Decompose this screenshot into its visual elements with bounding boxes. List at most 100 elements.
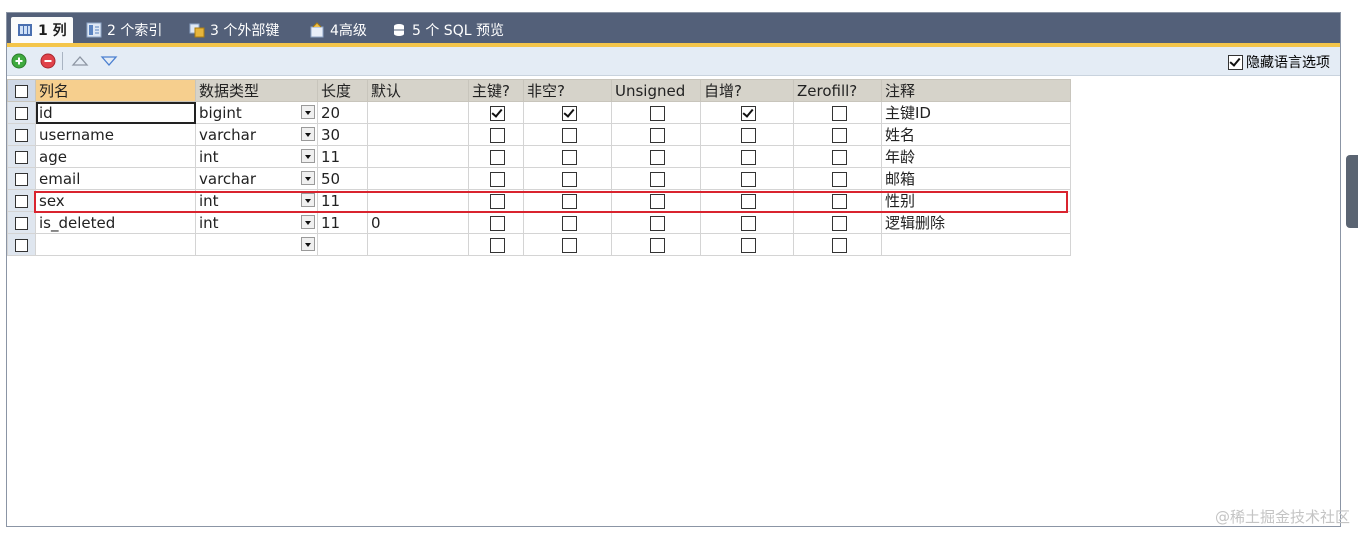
auto-increment-checkbox[interactable] bbox=[741, 215, 756, 231]
unsigned-checkbox[interactable] bbox=[650, 237, 665, 253]
default-cell[interactable] bbox=[367, 167, 469, 190]
table-row[interactable]: username varchar 30 姓名 bbox=[7, 123, 1071, 146]
tab-columns[interactable]: 1 列 bbox=[11, 17, 73, 43]
primary-key-checkbox[interactable] bbox=[490, 171, 505, 187]
primary-key-cell[interactable] bbox=[468, 211, 524, 234]
comment-cell[interactable]: 年龄 bbox=[881, 145, 1071, 168]
table-row[interactable]: id bigint 20 主键ID bbox=[7, 101, 1071, 124]
data-type-cell[interactable]: int bbox=[195, 189, 318, 212]
primary-key-checkbox[interactable] bbox=[490, 149, 505, 165]
not-null-checkbox[interactable] bbox=[561, 193, 577, 209]
move-down-icon[interactable] bbox=[100, 53, 118, 69]
not-null-cell[interactable] bbox=[523, 211, 612, 234]
row-selector[interactable] bbox=[7, 123, 36, 146]
comment-cell[interactable]: 邮箱 bbox=[881, 167, 1071, 190]
tab-sql-preview[interactable]: 5 个 SQL 预览 bbox=[385, 17, 510, 43]
auto-increment-cell[interactable] bbox=[700, 167, 794, 190]
dropdown-arrow-icon[interactable] bbox=[301, 105, 315, 119]
length-cell[interactable]: 11 bbox=[317, 211, 368, 234]
dropdown-arrow-icon[interactable] bbox=[301, 215, 315, 229]
dropdown-arrow-icon[interactable] bbox=[301, 193, 315, 207]
primary-key-checkbox[interactable] bbox=[490, 237, 505, 253]
data-type-cell[interactable]: bigint bbox=[195, 101, 318, 124]
zerofill-cell[interactable] bbox=[793, 145, 882, 168]
unsigned-cell[interactable] bbox=[611, 189, 701, 212]
tab-indexes[interactable]: 2 个索引 bbox=[80, 17, 168, 43]
row-selector[interactable] bbox=[7, 101, 36, 124]
unsigned-cell[interactable] bbox=[611, 145, 701, 168]
zerofill-checkbox[interactable] bbox=[831, 149, 847, 165]
not-null-cell[interactable] bbox=[523, 101, 612, 124]
zerofill-cell[interactable] bbox=[793, 123, 882, 146]
row-selector[interactable] bbox=[7, 233, 36, 256]
default-cell[interactable] bbox=[367, 145, 469, 168]
auto-increment-checkbox[interactable] bbox=[741, 193, 756, 209]
header-column-name[interactable]: 列名 bbox=[35, 79, 196, 102]
not-null-checkbox[interactable] bbox=[561, 171, 577, 187]
column-name-cell[interactable]: username bbox=[35, 123, 196, 146]
length-cell[interactable]: 11 bbox=[317, 189, 368, 212]
unsigned-cell[interactable] bbox=[611, 167, 701, 190]
unsigned-cell[interactable] bbox=[611, 123, 701, 146]
unsigned-cell[interactable] bbox=[611, 233, 701, 256]
dropdown-arrow-icon[interactable] bbox=[301, 149, 315, 163]
side-panel-tab[interactable] bbox=[1346, 155, 1358, 228]
row-selector[interactable] bbox=[7, 211, 36, 234]
row-checkbox[interactable] bbox=[15, 216, 28, 230]
comment-cell[interactable]: 逻辑删除 bbox=[881, 211, 1071, 234]
dropdown-arrow-icon[interactable] bbox=[301, 171, 315, 185]
add-circle-icon[interactable] bbox=[11, 53, 27, 69]
row-checkbox[interactable] bbox=[15, 238, 28, 252]
primary-key-checkbox[interactable] bbox=[490, 105, 505, 121]
not-null-checkbox[interactable] bbox=[561, 127, 577, 143]
row-checkbox[interactable] bbox=[15, 128, 28, 142]
hide-language-checkbox[interactable] bbox=[1228, 54, 1243, 70]
length-cell[interactable]: 50 bbox=[317, 167, 368, 190]
primary-key-checkbox[interactable] bbox=[490, 127, 505, 143]
auto-increment-checkbox[interactable] bbox=[741, 171, 756, 187]
comment-cell[interactable]: 姓名 bbox=[881, 123, 1071, 146]
data-type-cell[interactable]: int bbox=[195, 211, 318, 234]
zerofill-checkbox[interactable] bbox=[831, 193, 847, 209]
auto-increment-cell[interactable] bbox=[700, 123, 794, 146]
auto-increment-cell[interactable] bbox=[700, 211, 794, 234]
length-cell[interactable]: 30 bbox=[317, 123, 368, 146]
table-row[interactable]: sex int 11 性别 bbox=[7, 189, 1071, 212]
hide-language-option[interactable]: 隐藏语言选项 bbox=[1228, 52, 1330, 72]
auto-increment-cell[interactable] bbox=[700, 233, 794, 256]
primary-key-cell[interactable] bbox=[468, 189, 524, 212]
tab-advanced[interactable]: 4高级 bbox=[303, 17, 373, 43]
remove-circle-icon[interactable] bbox=[40, 53, 56, 69]
default-cell[interactable] bbox=[367, 101, 469, 124]
header-length[interactable]: 长度 bbox=[317, 79, 368, 102]
data-type-cell[interactable]: varchar bbox=[195, 167, 318, 190]
comment-cell[interactable] bbox=[881, 233, 1071, 256]
dropdown-arrow-icon[interactable] bbox=[301, 127, 315, 141]
default-cell[interactable] bbox=[367, 233, 469, 256]
unsigned-checkbox[interactable] bbox=[650, 149, 665, 165]
zerofill-cell[interactable] bbox=[793, 211, 882, 234]
comment-cell[interactable]: 主键ID bbox=[881, 101, 1071, 124]
header-auto-increment[interactable]: 自增? bbox=[700, 79, 794, 102]
move-up-icon[interactable] bbox=[71, 53, 89, 69]
data-type-cell[interactable]: varchar bbox=[195, 123, 318, 146]
primary-key-checkbox[interactable] bbox=[490, 193, 505, 209]
column-name-cell[interactable]: sex bbox=[35, 189, 196, 212]
row-checkbox[interactable] bbox=[15, 172, 28, 186]
row-checkbox[interactable] bbox=[15, 106, 28, 120]
header-data-type[interactable]: 数据类型 bbox=[195, 79, 318, 102]
default-cell[interactable]: 0 bbox=[367, 211, 469, 234]
header-not-null[interactable]: 非空? bbox=[523, 79, 612, 102]
zerofill-checkbox[interactable] bbox=[831, 215, 847, 231]
table-row[interactable]: is_deleted int 11 0 逻辑删除 bbox=[7, 211, 1071, 234]
primary-key-cell[interactable] bbox=[468, 123, 524, 146]
zerofill-checkbox[interactable] bbox=[831, 171, 847, 187]
unsigned-checkbox[interactable] bbox=[650, 171, 665, 187]
row-selector[interactable] bbox=[7, 145, 36, 168]
primary-key-checkbox[interactable] bbox=[490, 215, 505, 231]
column-name-cell[interactable]: id bbox=[35, 101, 196, 124]
unsigned-checkbox[interactable] bbox=[650, 127, 665, 143]
unsigned-checkbox[interactable] bbox=[650, 215, 665, 231]
auto-increment-checkbox[interactable] bbox=[741, 237, 756, 253]
auto-increment-checkbox[interactable] bbox=[741, 105, 756, 121]
